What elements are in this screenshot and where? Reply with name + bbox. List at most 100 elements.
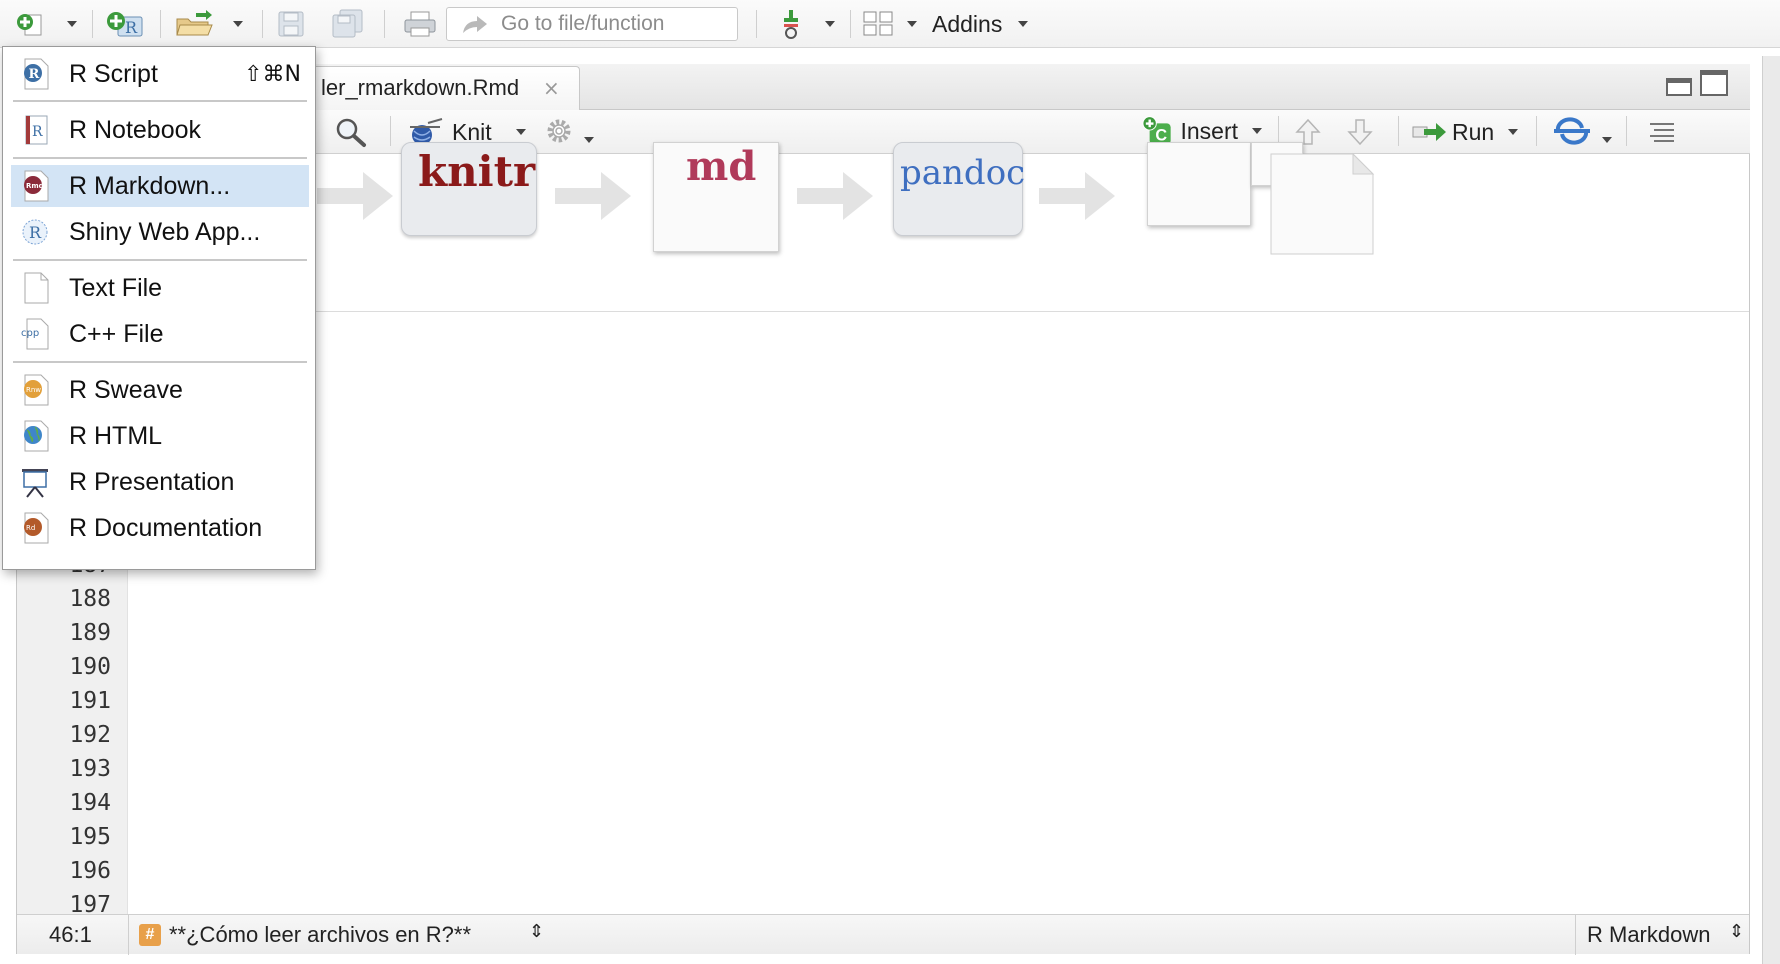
pipeline-arrow-icon xyxy=(797,172,873,220)
run-button[interactable]: Run xyxy=(1412,116,1522,148)
pipeline-arrow-icon xyxy=(317,172,393,220)
save-button[interactable] xyxy=(274,9,308,39)
code-text-area[interactable] xyxy=(129,312,1749,914)
menu-divider xyxy=(13,259,307,261)
rerun-button[interactable] xyxy=(1552,116,1592,148)
menu-divider xyxy=(13,157,307,159)
new-project-icon: R xyxy=(107,12,143,37)
save-all-button[interactable] xyxy=(328,9,368,39)
menu-item-r-script[interactable]: R R Script ⇧⌘N xyxy=(11,53,309,95)
svg-text:R: R xyxy=(29,223,42,242)
menu-item-shiny-web-app[interactable]: R Shiny Web App... xyxy=(11,211,309,253)
rerun-dropdown[interactable] xyxy=(1602,128,1612,147)
new-project-button[interactable]: R xyxy=(100,9,150,39)
find-replace-button[interactable] xyxy=(334,116,370,148)
main-toolbar: R Go to file/function Addins xyxy=(0,0,1780,48)
knit-settings-button[interactable] xyxy=(544,116,576,148)
workspace-panes-button[interactable] xyxy=(858,9,898,39)
menu-item-label: R Notebook xyxy=(69,115,202,144)
line-number: 188 xyxy=(69,586,111,612)
magnifier-icon xyxy=(336,118,366,147)
right-pane-edge xyxy=(1762,56,1780,964)
rerun-icon xyxy=(1554,117,1590,145)
line-number: 192 xyxy=(69,722,111,748)
chevron-down-icon xyxy=(825,21,835,27)
minimize-pane-icon[interactable] xyxy=(1666,78,1692,96)
menu-item-label: R Script xyxy=(69,59,158,88)
chevron-down-icon xyxy=(907,21,917,27)
goto-arrow-icon xyxy=(463,16,487,33)
new-file-button[interactable] xyxy=(10,9,50,39)
menu-divider xyxy=(13,361,307,363)
updown-arrows-icon: ⇕ xyxy=(1729,921,1745,941)
arrow-down-icon xyxy=(1347,119,1373,146)
print-button[interactable] xyxy=(400,9,440,39)
section-navigator[interactable]: **¿Cómo leer archivos en R?** ⇕ xyxy=(169,915,549,955)
maximize-pane-icon[interactable] xyxy=(1700,70,1728,96)
workspace-panes-dropdown[interactable] xyxy=(904,9,920,39)
r-presentation-icon xyxy=(22,469,48,498)
r-script-icon: R xyxy=(24,58,49,90)
line-number: 196 xyxy=(69,858,111,884)
chevron-down-icon xyxy=(233,21,243,27)
menu-item-text-file[interactable]: Text File xyxy=(11,267,309,309)
line-number: 195 xyxy=(69,824,111,850)
folder-open-icon xyxy=(176,10,213,36)
version-control-icon xyxy=(784,10,798,39)
menu-item-label: R HTML xyxy=(69,421,163,450)
chevron-down-icon xyxy=(515,129,526,135)
new-file-icon xyxy=(17,14,42,36)
run-label: Run xyxy=(1452,118,1495,145)
svg-text:Rmd: Rmd xyxy=(26,182,44,190)
menu-item-r-presentation[interactable]: R Presentation xyxy=(11,461,309,503)
line-number: 193 xyxy=(69,756,111,782)
knitr-stage: knitr xyxy=(401,142,537,236)
menu-divider xyxy=(13,100,307,102)
svg-text:cpp: cpp xyxy=(21,328,39,339)
close-tab-icon[interactable]: × xyxy=(543,76,560,100)
status-divider xyxy=(1575,915,1576,955)
open-file-dropdown[interactable] xyxy=(230,9,246,39)
updown-arrows-icon: ⇕ xyxy=(529,921,545,941)
r-sweave-icon: Rnw xyxy=(24,374,49,406)
chevron-down-icon xyxy=(1252,128,1262,134)
shiny-icon: R xyxy=(22,219,48,245)
new-file-dropdown[interactable] xyxy=(64,9,80,39)
open-file-button[interactable] xyxy=(172,9,218,39)
line-number: 194 xyxy=(69,790,111,816)
menu-item-label: R Presentation xyxy=(69,467,235,496)
version-control-button[interactable] xyxy=(776,9,806,39)
status-divider xyxy=(128,915,129,955)
menu-item-cpp-file[interactable]: cpp C++ File xyxy=(11,313,309,355)
menu-item-r-sweave[interactable]: Rnw R Sweave xyxy=(11,369,309,411)
menu-item-r-documentation[interactable]: Rd R Documentation xyxy=(11,507,309,549)
save-all-icon xyxy=(332,9,363,38)
cursor-position: 46:1 xyxy=(49,922,92,947)
version-control-dropdown[interactable] xyxy=(822,9,838,39)
chevron-down-icon xyxy=(1018,21,1029,27)
r-documentation-icon: Rd xyxy=(24,512,49,544)
chevron-down-icon xyxy=(67,21,77,27)
document-outline-button[interactable] xyxy=(1648,120,1678,144)
svg-text:R: R xyxy=(125,18,138,37)
file-type-selector[interactable]: R Markdown ⇕ xyxy=(1583,915,1749,955)
section-title: **¿Cómo leer archivos en R?** xyxy=(169,922,472,947)
next-chunk-button[interactable] xyxy=(1346,116,1376,148)
file-tab-label: ler_rmarkdown.Rmd xyxy=(321,75,520,100)
r-notebook-icon: R xyxy=(25,115,48,145)
menu-item-label: R Sweave xyxy=(69,375,183,404)
menu-item-r-html[interactable]: R HTML xyxy=(11,415,309,457)
settings-dropdown[interactable] xyxy=(584,128,594,147)
save-icon xyxy=(278,11,304,37)
insert-label: Insert xyxy=(1180,117,1238,144)
svg-text:Rd: Rd xyxy=(26,524,35,532)
grid-panes-icon xyxy=(863,11,893,36)
pandoc-label: pandoc xyxy=(900,153,1026,193)
menu-item-r-markdown[interactable]: Rmd R Markdown... xyxy=(11,165,309,207)
line-number: 197 xyxy=(69,892,111,914)
menu-item-r-notebook[interactable]: R R Notebook xyxy=(11,109,309,151)
chevron-down-icon xyxy=(1602,137,1612,143)
addins-menu[interactable]: Addins xyxy=(932,9,1052,39)
menu-item-label: Shiny Web App... xyxy=(69,217,261,246)
go-to-file-input[interactable]: Go to file/function xyxy=(446,7,738,41)
